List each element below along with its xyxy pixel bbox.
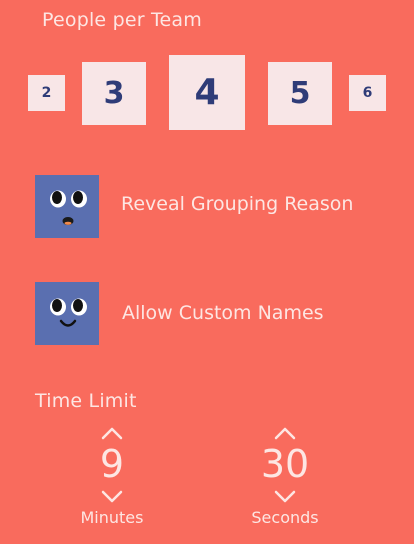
team-size-option-4-selected[interactable]: 4 (169, 55, 245, 130)
seconds-decrement-chevron-down-icon[interactable] (273, 489, 297, 503)
time-limit-heading: Time Limit (35, 390, 137, 412)
team-size-option-5[interactable]: 5 (268, 62, 332, 125)
smiling-face-icon[interactable] (35, 282, 99, 345)
allow-custom-names-label[interactable]: Allow Custom Names (122, 302, 324, 324)
seconds-increment-chevron-up-icon[interactable] (273, 426, 297, 440)
minutes-unit-label: Minutes (80, 508, 144, 527)
surprised-face-icon[interactable] (35, 175, 99, 238)
minutes-increment-chevron-up-icon[interactable] (100, 426, 124, 440)
seconds-unit-label: Seconds (251, 508, 319, 527)
reveal-grouping-reason-label[interactable]: Reveal Grouping Reason (121, 193, 353, 215)
team-size-option-3[interactable]: 3 (82, 62, 146, 125)
team-size-option-6[interactable]: 6 (349, 75, 386, 111)
minutes-value: 9 (99, 442, 125, 486)
minutes-decrement-chevron-down-icon[interactable] (100, 489, 124, 503)
seconds-value: 30 (260, 442, 310, 486)
team-size-heading: People per Team (42, 9, 202, 31)
team-size-option-2[interactable]: 2 (28, 75, 65, 111)
